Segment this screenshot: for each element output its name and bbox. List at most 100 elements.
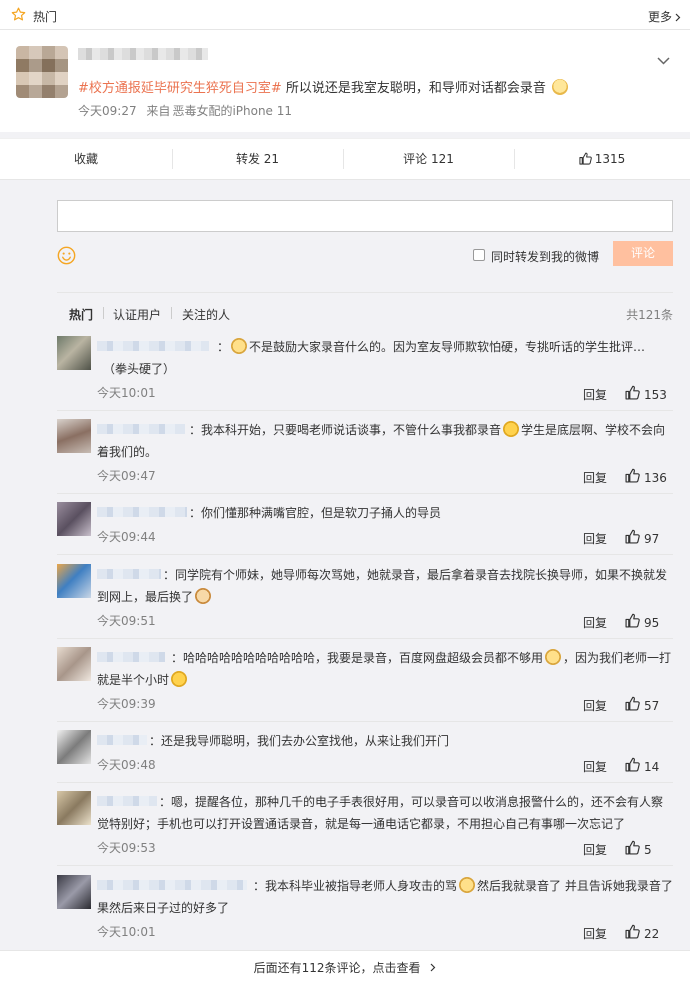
reply-button[interactable]: 回复 — [583, 469, 607, 486]
comment-text-part: 你们懂那种满嘴官腔，但是软刀子捅人的导员 — [201, 506, 442, 520]
thumbs-up-icon[interactable] — [625, 529, 640, 547]
repost-label: 转发 21 — [235, 152, 280, 166]
comment-separator: ： — [149, 734, 162, 748]
reply-button[interactable]: 回复 — [583, 614, 607, 631]
more-link[interactable]: 更多 — [648, 8, 672, 25]
thumbs-up-icon[interactable] — [625, 613, 640, 631]
more-comments-label: 后面还有112条评论，点击查看 — [253, 961, 421, 975]
repost-button[interactable]: 转发 21 — [172, 139, 343, 179]
thumbs-up-icon[interactable] — [625, 468, 640, 486]
commenter-avatar[interactable] — [57, 647, 91, 681]
reply-button[interactable]: 回复 — [583, 530, 607, 547]
chevron-right-icon[interactable] — [675, 11, 681, 25]
submit-comment-button[interactable]: 评论 — [613, 241, 673, 266]
weibo-post: #校方通报延毕研究生猝死自习室# 所以说还是我室友聪明，和导师对话都会录音 今天… — [0, 30, 690, 132]
reply-button[interactable]: 回复 — [583, 386, 607, 403]
cat-emoji-icon — [552, 79, 569, 95]
author-avatar[interactable] — [16, 46, 68, 98]
comment-text: ： 不是鼓励大家录音什么的。因为室友导师欺软怕硬，专挑听话的学生批评… （拳头硬了） — [97, 336, 675, 380]
comment-time: 今天09:39 — [97, 697, 156, 711]
post-source[interactable]: 恶毒女配的iPhone 11 — [172, 104, 292, 118]
like-button[interactable]: 1315 — [514, 139, 690, 179]
dog-emoji-icon — [231, 338, 248, 354]
comment-text-part: 还是我导师聪明，我们去办公室找他，从来让我们开门 — [161, 734, 450, 748]
comment-button[interactable]: 评论 121 — [343, 139, 514, 179]
post-body-text: 所以说还是我室友聪明，和导师对话都会录音 — [281, 81, 546, 96]
divider — [57, 782, 673, 783]
divider — [57, 554, 673, 555]
divider — [57, 410, 673, 411]
comment-text-part: 哈哈哈哈哈哈哈哈哈哈哈，我要是录音，百度网盘超级会员都不够用 — [183, 651, 544, 665]
comment-like-count: 22 — [644, 927, 660, 941]
comment-label: 评论 121 — [403, 152, 454, 166]
comment-separator: ： — [171, 651, 184, 665]
total-comments-count: 共121条 — [626, 308, 673, 322]
thumbs-up-icon[interactable] — [625, 840, 640, 858]
hot-bar: 热门 更多 — [0, 0, 690, 30]
comment-text-part: 嗯，提醒各位，那种几千的电子手表很好用，可以录音可以收消息报警什么的，还不会有人… — [97, 795, 664, 831]
chevron-right-icon — [430, 951, 436, 985]
repost-checkbox-label[interactable]: 同时转发到我的微博 — [491, 248, 599, 265]
post-topic-link[interactable]: #校方通报延毕研究生猝死自习室# — [78, 81, 282, 96]
cat-emoji-icon — [195, 588, 212, 604]
post-time[interactable]: 今天09:27 — [78, 104, 137, 118]
comment-separator: ： — [253, 879, 266, 893]
comment-text: ：我本科开始，只要喝老师说话谈事，不管什么事我都录音 学生是底层啊、学校不会向着我… — [97, 419, 675, 463]
commenter-avatar[interactable] — [57, 336, 91, 370]
comment-time: 今天09:53 — [97, 841, 156, 855]
post-meta: 今天09:27 来自 恶毒女配的iPhone 11 — [78, 102, 298, 119]
commenter-avatar[interactable] — [57, 730, 91, 764]
divider — [57, 493, 673, 494]
hot-label: 热门 — [33, 10, 58, 24]
comment-like-count: 57 — [644, 699, 660, 713]
crying-face-emoji-icon — [503, 421, 520, 437]
comment-separator: ： — [217, 340, 230, 354]
comment-like-count: 97 — [644, 532, 660, 546]
commenter-avatar[interactable] — [57, 875, 91, 909]
thumbs-up-icon — [579, 141, 592, 181]
tab-hot[interactable]: 热门 — [69, 306, 93, 323]
thumbs-up-icon[interactable] — [625, 696, 640, 714]
commenter-avatar[interactable] — [57, 564, 91, 598]
comment-text-part: 不是鼓励大家录音什么的。因为室友导师欺软怕硬，专挑听话的学生批评… — [249, 340, 646, 354]
comment-text-part: 我本科毕业被指导老师人身攻击的骂 — [265, 879, 458, 893]
divider — [57, 865, 673, 866]
favorite-button[interactable]: 收藏 — [0, 139, 172, 179]
reply-button[interactable]: 回复 — [583, 925, 607, 942]
commenter-avatar[interactable] — [57, 419, 91, 453]
comment-text: ：同学院有个师妹，她导师每次骂她，她就录音，最后拿着录音去找院长换导师，如果不换… — [97, 564, 675, 608]
comment-time: 今天10:01 — [97, 925, 156, 939]
reply-button[interactable]: 回复 — [583, 758, 607, 775]
thumbs-up-icon[interactable] — [625, 385, 640, 403]
thumbs-up-icon[interactable] — [625, 757, 640, 775]
divider — [57, 292, 673, 293]
comment-time: 今天09:51 — [97, 614, 156, 628]
comment-time: 今天09:44 — [97, 530, 156, 544]
thumbs-up-icon[interactable] — [625, 924, 640, 942]
comment-separator: ： — [189, 423, 202, 437]
divider — [57, 721, 673, 722]
comment-text: ：还是我导师聪明，我们去办公室找他，从来让我们开门 — [97, 730, 675, 752]
tab-following[interactable]: 关注的人 — [182, 306, 230, 323]
commenter-avatar[interactable] — [57, 502, 91, 536]
divider — [171, 307, 172, 319]
reply-button[interactable]: 回复 — [583, 841, 607, 858]
comment-text: ：哈哈哈哈哈哈哈哈哈哈哈，我要是录音，百度网盘超级会员都不够用 ，因为我们老师一打… — [97, 647, 675, 691]
tab-verified-users[interactable]: 认证用户 — [113, 306, 161, 323]
star-icon — [11, 7, 26, 25]
comment-input[interactable] — [57, 200, 673, 232]
repost-checkbox[interactable] — [473, 249, 485, 261]
comment-text: ：你们懂那种满嘴官腔，但是软刀子捅人的导员 — [97, 502, 675, 524]
smiley-icon[interactable] — [57, 246, 76, 268]
comment-like-count: 95 — [644, 616, 660, 630]
reply-button[interactable]: 回复 — [583, 697, 607, 714]
comment-separator: ： — [189, 506, 202, 520]
dog-emoji-icon — [545, 649, 562, 665]
author-name-blurred[interactable] — [78, 48, 208, 60]
more-comments-link[interactable]: 后面还有112条评论，点击查看 — [0, 950, 690, 986]
chevron-down-icon[interactable] — [657, 54, 670, 68]
commenter-avatar[interactable] — [57, 791, 91, 825]
divider — [103, 307, 104, 319]
comment-separator: ： — [159, 795, 172, 809]
comment-time: 今天09:48 — [97, 758, 156, 772]
